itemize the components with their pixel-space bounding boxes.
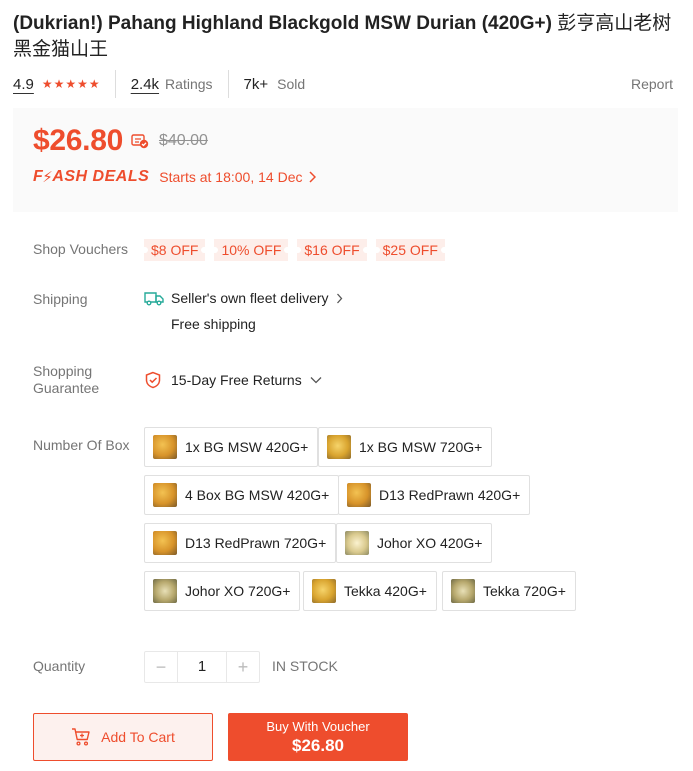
variation-option[interactable]: 4 Box BG MSW 420G+ — [144, 475, 340, 515]
truck-icon — [144, 292, 164, 306]
add-to-cart-button[interactable]: Add To Cart — [33, 713, 213, 761]
variation-option[interactable]: Tekka 720G+ — [442, 571, 576, 611]
guarantee-label-line1: Shopping — [33, 363, 93, 379]
shipping-method-text: Seller's own fleet delivery — [171, 290, 329, 306]
product-title: (Dukrian!) Pahang Highland Blackgold MSW… — [13, 11, 683, 63]
add-to-cart-icon — [72, 728, 90, 746]
variation-option-label: 1x BG MSW 720G+ — [359, 439, 483, 455]
variation-option-label: 1x BG MSW 420G+ — [185, 439, 309, 455]
vouchers-label: Shop Vouchers — [33, 241, 128, 257]
original-price: $40.00 — [158, 132, 208, 149]
quantity-increase-button[interactable]: + — [227, 652, 259, 682]
quantity-stepper: − 1 + — [144, 651, 260, 683]
variation-thumbnail — [153, 531, 177, 555]
voucher-chip[interactable]: $16 OFF — [297, 239, 367, 261]
chevron-right-icon — [336, 293, 342, 303]
buy-button-label: Buy With Voucher — [266, 718, 370, 734]
voucher-chip[interactable]: $8 OFF — [144, 239, 206, 261]
price-tag-icon — [131, 134, 149, 149]
price-section: $26.80 $40.00 F ⚡ ASH DEALS Starts at 18:0… — [13, 108, 678, 212]
ratings-label: Ratings — [165, 76, 213, 92]
guarantee-label: Shopping Guarantee — [33, 363, 99, 397]
variation-thumbnail — [153, 579, 177, 603]
stock-status: IN STOCK — [272, 658, 338, 674]
shield-icon — [145, 371, 161, 389]
add-to-cart-label: Add To Cart — [101, 729, 175, 745]
variation-option[interactable]: 1x BG MSW 720G+ — [318, 427, 493, 467]
variation-thumbnail — [153, 483, 177, 507]
variation-thumbnail — [345, 531, 369, 555]
star-icon: ★ — [41, 77, 53, 91]
star-icon: ★ — [65, 77, 77, 91]
voucher-chip[interactable]: 10% OFF — [214, 239, 289, 261]
star-icon: ★ — [77, 77, 88, 91]
rating-value[interactable]: 4.9 — [13, 76, 34, 93]
variation-thumbnail — [347, 483, 371, 507]
rating-stars: ★ ★ ★ ★ ★ — [42, 78, 100, 90]
ratings-count[interactable]: 2.4k — [131, 76, 159, 93]
variation-label: Number Of Box — [33, 437, 130, 453]
flash-deals-row[interactable]: F ⚡ ASH DEALS Starts at 18:00, 14 Dec — [33, 168, 317, 186]
star-icon: ★ — [53, 77, 65, 91]
flash-logo-suffix: ASH DEALS — [52, 168, 150, 185]
voucher-chip[interactable]: $25 OFF — [375, 239, 446, 261]
buy-with-voucher-button[interactable]: Buy With Voucher $26.80 — [228, 713, 408, 761]
variation-thumbnail — [312, 579, 336, 603]
shipping-method[interactable]: Seller's own fleet delivery — [144, 290, 343, 306]
variation-option-label: D13 RedPrawn 420G+ — [379, 487, 521, 503]
flash-deal-time: Starts at 18:00, 14 Dec — [159, 169, 303, 185]
variation-option-label: Johor XO 420G+ — [377, 535, 483, 551]
variation-option-label: Tekka 420G+ — [344, 583, 427, 599]
product-stats: 4.9 ★ ★ ★ ★ ★ 2.4k Ratings 7k+ Sold Repo… — [13, 70, 673, 98]
variation-option-label: 4 Box BG MSW 420G+ — [185, 487, 330, 503]
quantity-input[interactable]: 1 — [177, 652, 227, 682]
quantity-decrease-button[interactable]: − — [145, 652, 177, 682]
guarantee-label-line2: Guarantee — [33, 380, 100, 396]
variation-option-label: D13 RedPrawn 720G+ — [185, 535, 327, 551]
sold-label: Sold — [277, 76, 306, 92]
variation-option[interactable]: Johor XO 420G+ — [336, 523, 493, 563]
flash-deals-logo: F ⚡ ASH DEALS — [33, 168, 149, 186]
report-link[interactable]: Report — [631, 76, 673, 92]
sold-count: 7k+ — [243, 75, 269, 93]
quantity-label: Quantity — [33, 658, 86, 674]
voucher-list: $8 OFF 10% OFF $16 OFF $25 OFF — [144, 239, 446, 261]
variation-thumbnail — [327, 435, 351, 459]
product-title-en: (Dukrian!) Pahang Highland Blackgold MSW… — [13, 13, 552, 34]
buy-button-price: $26.80 — [292, 735, 344, 755]
stats-divider — [227, 70, 229, 98]
variation-option[interactable]: Johor XO 720G+ — [144, 571, 301, 611]
current-price: $26.80 — [33, 124, 123, 157]
price-row: $26.80 $40.00 — [33, 124, 208, 158]
variation-thumbnail — [153, 435, 177, 459]
variation-thumbnail — [451, 579, 475, 603]
shipping-fee: Free shipping — [171, 316, 256, 332]
guarantee-value[interactable]: 15-Day Free Returns — [144, 371, 322, 389]
star-icon: ★ — [88, 77, 100, 91]
stats-divider — [114, 70, 116, 98]
chevron-down-icon — [310, 377, 322, 384]
variation-option-label: Tekka 720G+ — [483, 583, 566, 599]
shipping-label: Shipping — [33, 291, 88, 307]
variation-option[interactable]: Tekka 420G+ — [303, 571, 437, 611]
variation-option[interactable]: 1x BG MSW 420G+ — [144, 427, 319, 467]
variation-option-label: Johor XO 720G+ — [185, 583, 291, 599]
variation-option[interactable]: D13 RedPrawn 720G+ — [144, 523, 337, 563]
variation-option[interactable]: D13 RedPrawn 420G+ — [338, 475, 531, 515]
guarantee-text: 15-Day Free Returns — [171, 372, 302, 388]
chevron-right-icon — [309, 171, 317, 183]
